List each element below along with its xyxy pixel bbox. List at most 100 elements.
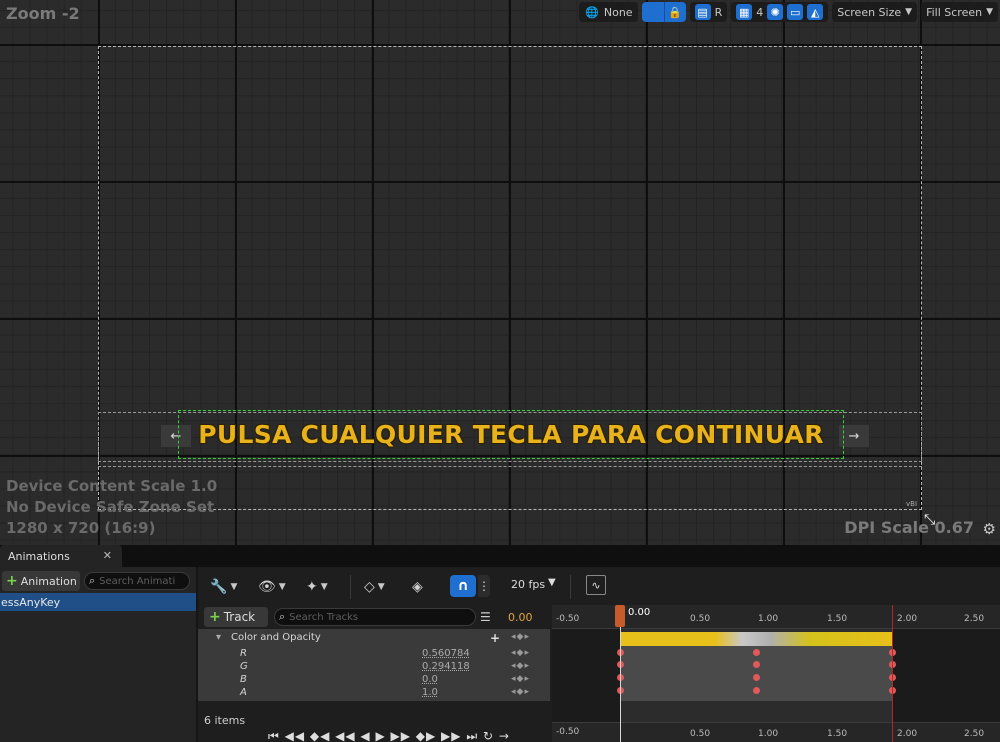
view-options-dropdown[interactable]: 👁 ▼ bbox=[258, 577, 286, 597]
track-rows: ▾ Color and Opacity + ◂◆▸ R 0.560784 ◂◆▸… bbox=[198, 629, 550, 701]
layout-icon: ▤ bbox=[694, 4, 711, 20]
close-icon[interactable]: ✕ bbox=[103, 549, 112, 562]
respect-locks-label: R bbox=[714, 5, 723, 19]
selected-text-widget[interactable]: PULSA CUALQUIER TECLA PARA CONTINUAR bbox=[178, 410, 844, 459]
sequencer-toolbar: 🔧 ▼ 👁 ▼ ✦ ▼ ◇ ▼ ◈ ∩ ⋮ 20 fps ▼ ∿ bbox=[198, 567, 1000, 605]
keyframe[interactable] bbox=[753, 661, 760, 668]
track-tree: + Track ⌕ Search Tracks ☰ 0.00 ▾ Color a… bbox=[198, 605, 552, 742]
localization-preview-button[interactable]: 🌐 None bbox=[578, 2, 638, 22]
toolbar-separator bbox=[350, 575, 351, 599]
current-time-value[interactable]: 0.00 bbox=[508, 611, 533, 624]
ruler-label: 0.50 bbox=[690, 729, 711, 739]
key-options-dropdown[interactable]: ◇ ▼ bbox=[364, 577, 385, 597]
image-icon[interactable]: ▭ bbox=[787, 4, 804, 20]
playhead-time-label: 0.00 bbox=[628, 607, 651, 618]
channel-row[interactable]: B 0.0 ◂◆▸ bbox=[198, 674, 550, 687]
tools-dropdown[interactable]: 🔧 ▼ bbox=[210, 577, 237, 597]
channel-row[interactable]: R 0.560784 ◂◆▸ bbox=[198, 648, 550, 661]
resolution-info: 1280 x 720 (16:9) bbox=[6, 519, 156, 537]
add-track-button[interactable]: + Track bbox=[204, 607, 268, 627]
playback-options-dropdown[interactable]: ✦ ▼ bbox=[306, 577, 328, 597]
grid-icon: ▦ bbox=[736, 4, 753, 20]
filter-icon[interactable]: ☰ bbox=[480, 610, 491, 624]
key-nav-icons[interactable]: ◂◆▸ bbox=[511, 674, 530, 684]
curve-editor-icon[interactable]: ∿ bbox=[586, 575, 606, 595]
designer-viewport[interactable]: Zoom -2 🌐 None 🔒 ▤ R ▦ 4 ✺ ▭ ◭ Screen Si… bbox=[0, 0, 1000, 545]
lock-icon[interactable]: 🔒 bbox=[663, 2, 686, 22]
globe-outline-icon[interactable]: ✺ bbox=[767, 4, 784, 20]
respect-locks-button[interactable]: ▤ R bbox=[689, 2, 728, 22]
add-animation-label: Animation bbox=[20, 574, 77, 588]
lock-toggle[interactable]: 🔒 bbox=[641, 2, 686, 22]
transport-controls[interactable]: ⏮ ◀◀ ◆◀ ◀◀ ◀ ▶ ▶▶ ◆▶ ▶▶ ⏭ ↻ → bbox=[268, 729, 510, 742]
playhead-handle[interactable] bbox=[615, 605, 625, 627]
ruler-label: 1.50 bbox=[827, 729, 848, 739]
ruler-label: 1.00 bbox=[758, 729, 779, 739]
search-tracks-placeholder: Search Tracks bbox=[289, 611, 359, 623]
sparkle-icon: ✦ bbox=[306, 579, 318, 595]
timeline-area[interactable]: -0.50 0.50 1.00 1.50 2.00 2.50 -0.50 0.5… bbox=[552, 605, 1000, 742]
zoom-label: Zoom -2 bbox=[6, 4, 80, 23]
toolbar-separator bbox=[570, 575, 571, 599]
grid-snap-button[interactable]: ▦ 4 ✺ ▭ ◭ bbox=[731, 2, 829, 22]
ruler-label: 1.50 bbox=[827, 614, 848, 624]
key-nav-icons[interactable]: ◂◆▸ bbox=[511, 648, 530, 658]
track-group-label: Color and Opacity bbox=[231, 632, 321, 643]
globe-icon: 🌐 bbox=[585, 5, 599, 19]
ruler-label: 2.50 bbox=[964, 729, 985, 739]
keyframe[interactable] bbox=[753, 674, 760, 681]
search-tracks-input[interactable]: ⌕ Search Tracks bbox=[274, 608, 476, 626]
corner-label: vBI bbox=[906, 500, 918, 508]
search-animations-input[interactable]: ⌕ Search Animati bbox=[84, 572, 190, 590]
chevron-down-icon: ▼ bbox=[320, 582, 328, 592]
snap-magnet-icon[interactable]: ∩ bbox=[450, 575, 476, 597]
post-range-area bbox=[892, 629, 1000, 722]
key-nav-icons[interactable]: ◂◆▸ bbox=[511, 687, 530, 697]
fill-screen-label: Fill Screen bbox=[926, 5, 983, 19]
umg-designer: Zoom -2 🌐 None 🔒 ▤ R ▦ 4 ✺ ▭ ◭ Screen Si… bbox=[0, 0, 1000, 742]
plus-icon: + bbox=[209, 609, 221, 625]
playback-end-marker[interactable] bbox=[892, 605, 893, 742]
tab-animations[interactable]: Animations ✕ bbox=[0, 545, 122, 567]
eye-icon: 👁 bbox=[258, 579, 276, 595]
lock-toggle-left[interactable] bbox=[641, 2, 664, 22]
plus-icon: + bbox=[6, 573, 18, 589]
auto-key-button[interactable]: ◈ bbox=[412, 577, 423, 597]
screen-size-dropdown[interactable]: Screen Size ▼ bbox=[832, 2, 918, 22]
snap-options-button[interactable]: ⋮ bbox=[478, 575, 490, 597]
add-animation-button[interactable]: + Animation bbox=[2, 571, 80, 591]
keyframe[interactable] bbox=[753, 649, 760, 656]
search-icon: ⌕ bbox=[89, 574, 96, 587]
pre-range-area bbox=[552, 629, 620, 722]
channel-value[interactable]: 0.560784 bbox=[422, 648, 470, 659]
press-any-key-text: PULSA CUALQUIER TECLA PARA CONTINUAR bbox=[198, 420, 824, 449]
collapse-arrow-icon[interactable]: ▾ bbox=[216, 632, 221, 643]
add-key-plus-icon[interactable]: + bbox=[490, 631, 500, 645]
search-animations-placeholder: Search Animati bbox=[99, 575, 176, 587]
fps-label[interactable]: 20 fps bbox=[511, 578, 545, 591]
mountain-icon[interactable]: ◭ bbox=[807, 4, 824, 20]
channel-value[interactable]: 1.0 bbox=[422, 687, 438, 698]
key-nav-icons[interactable]: ◂◆▸ bbox=[511, 632, 530, 642]
localization-label: None bbox=[603, 5, 633, 19]
search-icon: ⌕ bbox=[279, 610, 286, 623]
gear-icon[interactable]: ⚙ bbox=[983, 520, 996, 538]
ruler-label: 2.50 bbox=[964, 614, 985, 624]
chevron-down-icon: ▼ bbox=[377, 582, 385, 592]
animation-list-item[interactable]: essAnyKey bbox=[0, 593, 196, 611]
channel-value[interactable]: 0.0 bbox=[422, 674, 438, 685]
dpi-scale-label: DPI Scale 0.67 bbox=[844, 518, 974, 537]
keyframe[interactable] bbox=[753, 687, 760, 694]
tab-bar: Animations ✕ bbox=[0, 545, 1000, 567]
channel-row[interactable]: G 0.294118 ◂◆▸ bbox=[198, 661, 550, 674]
channel-row[interactable]: A 1.0 ◂◆▸ bbox=[198, 687, 550, 700]
chevron-down-icon: ▼ bbox=[905, 7, 913, 17]
bottom-slot-bounds bbox=[98, 466, 922, 510]
screen-size-label: Screen Size bbox=[837, 5, 902, 19]
key-nav-icons[interactable]: ◂◆▸ bbox=[511, 661, 530, 671]
chevron-down-icon[interactable]: ▼ bbox=[548, 577, 556, 588]
track-group-row[interactable]: ▾ Color and Opacity + ◂◆▸ bbox=[198, 631, 550, 645]
device-content-scale: Device Content Scale 1.0 bbox=[6, 477, 218, 495]
fill-screen-dropdown[interactable]: Fill Screen ▼ bbox=[921, 2, 998, 22]
channel-value[interactable]: 0.294118 bbox=[422, 661, 470, 672]
